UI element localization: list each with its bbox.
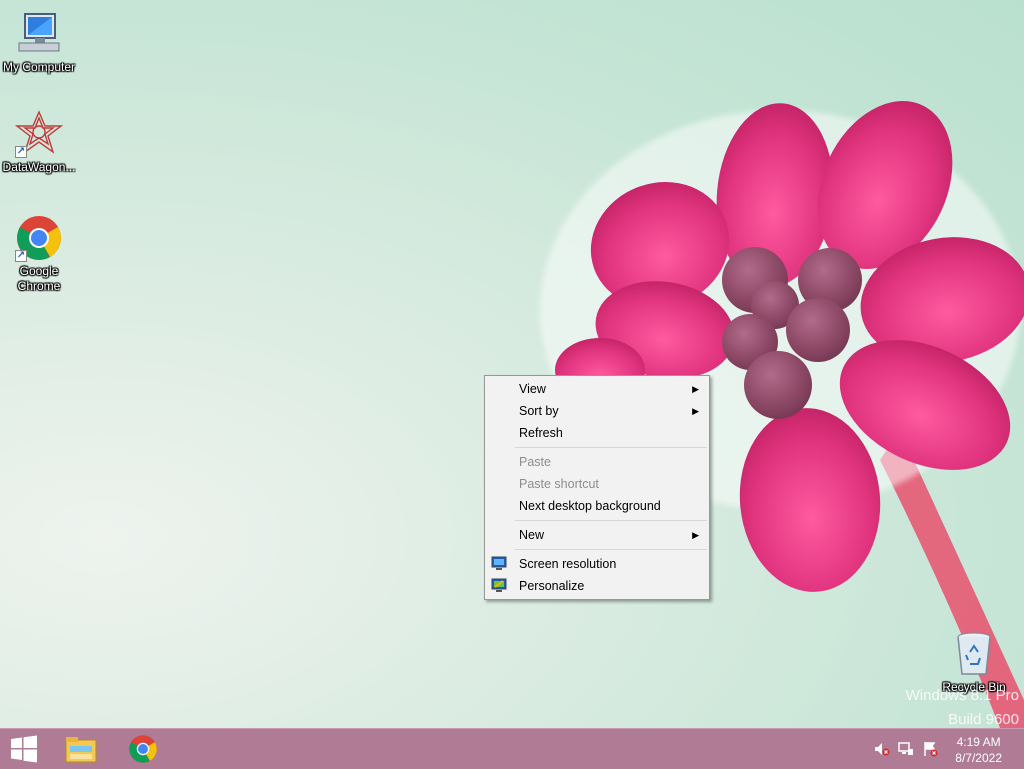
action-center-icon[interactable]	[922, 741, 938, 757]
menu-separator	[515, 447, 707, 448]
menu-item-label: Next desktop background	[519, 499, 661, 513]
desktop-icon-label: My Computer	[2, 60, 76, 74]
menu-item-label: Refresh	[519, 426, 563, 440]
desktop-icon-label: DataWagon...	[2, 160, 76, 174]
menu-item-sort-by[interactable]: Sort by ▶	[485, 400, 709, 422]
menu-item-label: Sort by	[519, 404, 559, 418]
desktop-icon-my-computer[interactable]: My Computer	[1, 10, 77, 75]
menu-item-personalize[interactable]: Personalize	[485, 575, 709, 597]
shortcut-arrow-icon: ↗	[15, 146, 27, 158]
chrome-icon: ↗	[15, 214, 63, 262]
menu-item-label: Paste shortcut	[519, 477, 599, 491]
network-icon[interactable]	[898, 741, 914, 757]
personalize-icon	[491, 578, 507, 593]
menu-item-label: Paste	[519, 455, 551, 469]
taskbar-clock[interactable]: 4:19 AM 8/7/2022	[955, 734, 1002, 766]
submenu-arrow-icon: ▶	[692, 384, 699, 394]
watermark-edition: Windows 8.1 Pro	[905, 687, 1019, 704]
desktop-wallpaper	[540, 101, 1024, 728]
windows-logo-icon	[11, 735, 37, 763]
menu-separator	[515, 520, 707, 521]
start-button[interactable]	[0, 729, 48, 769]
taskbar-chrome[interactable]	[119, 729, 167, 769]
taskbar: 4:19 AM 8/7/2022	[0, 728, 1024, 769]
menu-separator	[515, 549, 707, 550]
menu-item-view[interactable]: View ▶	[485, 378, 709, 400]
menu-item-refresh[interactable]: Refresh	[485, 422, 709, 444]
volume-muted-icon[interactable]	[874, 741, 890, 757]
clock-time: 4:19 AM	[956, 735, 1001, 749]
clock-date: 8/7/2022	[955, 751, 1002, 765]
desktop-icon-google-chrome[interactable]: ↗ Google Chrome	[1, 214, 77, 294]
menu-item-next-desktop-background[interactable]: Next desktop background	[485, 495, 709, 517]
windows-watermark: Windows 8.1 Pro Build 9600	[906, 684, 1019, 732]
desktop-icon-datawagon[interactable]: ↗ DataWagon...	[1, 110, 77, 175]
display-icon	[491, 556, 507, 571]
shortcut-arrow-icon: ↗	[15, 250, 27, 262]
menu-item-label: New	[519, 528, 545, 542]
recycle-bin-icon	[950, 630, 998, 678]
menu-item-screen-resolution[interactable]: Screen resolution	[485, 553, 709, 575]
menu-item-paste-shortcut: Paste shortcut	[485, 473, 709, 495]
menu-item-label: Personalize	[519, 579, 585, 593]
file-explorer-icon	[65, 737, 97, 763]
submenu-arrow-icon: ▶	[692, 530, 699, 540]
menu-item-paste: Paste	[485, 451, 709, 473]
chrome-icon	[129, 735, 157, 763]
desktop-context-menu: View ▶ Sort by ▶ Refresh Paste Paste sho…	[484, 375, 710, 600]
desktop-icon-label: Google Chrome	[17, 264, 61, 293]
menu-item-new[interactable]: New ▶	[485, 524, 709, 546]
computer-icon	[15, 10, 63, 58]
datawagon-icon: ↗	[14, 110, 64, 158]
taskbar-file-explorer[interactable]	[57, 729, 105, 769]
menu-item-label: Screen resolution	[519, 557, 617, 571]
menu-item-label: View	[519, 382, 546, 396]
submenu-arrow-icon: ▶	[692, 406, 699, 416]
